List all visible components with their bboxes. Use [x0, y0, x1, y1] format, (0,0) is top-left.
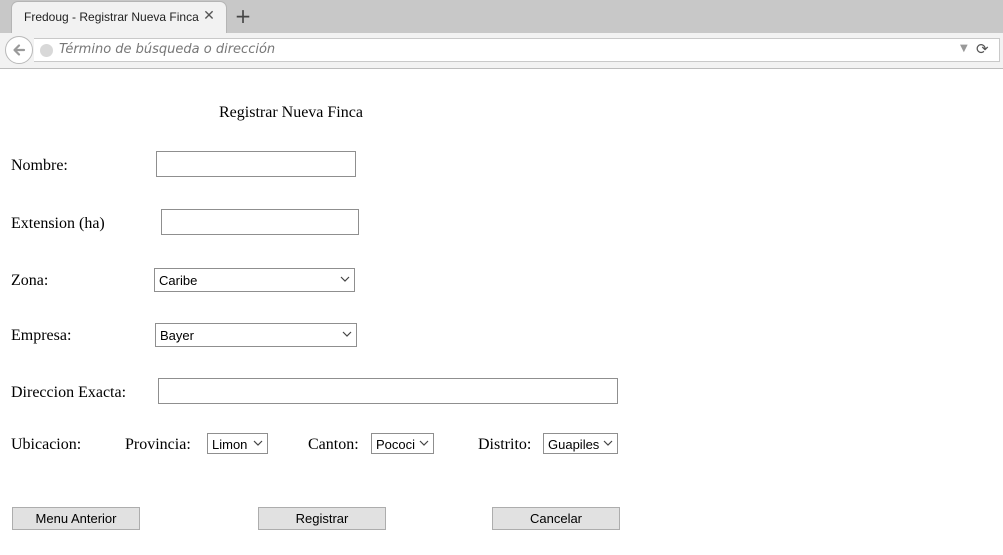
extension-input[interactable]	[161, 209, 359, 235]
globe-icon	[40, 44, 53, 57]
provincia-select[interactable]: Limon	[207, 433, 268, 454]
back-arrow-icon	[13, 44, 26, 56]
chevron-down-icon	[342, 331, 352, 337]
tab-bar: Fredoug - Registrar Nueva Finca ✕ +	[0, 0, 1003, 33]
canton-selected: Pococi	[376, 437, 416, 452]
new-tab-button[interactable]: +	[232, 4, 254, 28]
distrito-selected: Guapiles	[548, 437, 600, 452]
distrito-select[interactable]: Guapiles	[543, 433, 618, 454]
registrar-button[interactable]: Registrar	[258, 507, 386, 530]
address-placeholder: Término de búsqueda o dirección	[59, 42, 276, 57]
address-bar[interactable]: Término de búsqueda o dirección ▼ ⟳	[34, 38, 1000, 62]
zona-label: Zona:	[11, 272, 49, 289]
close-icon[interactable]: ✕	[200, 7, 218, 25]
empresa-select[interactable]: Bayer	[155, 323, 357, 347]
page-title: Registrar Nueva Finca	[219, 104, 363, 121]
zona-select[interactable]: Caribe	[154, 268, 355, 292]
nombre-input[interactable]	[156, 151, 356, 177]
dropdown-arrow-icon[interactable]: ▼	[960, 43, 968, 54]
chevron-down-icon	[603, 440, 613, 446]
chevron-down-icon	[253, 440, 263, 446]
chevron-down-icon	[340, 276, 350, 282]
canton-label: Canton:	[308, 436, 359, 453]
nombre-label: Nombre:	[11, 157, 68, 174]
menu-anterior-button[interactable]: Menu Anterior	[12, 507, 140, 530]
tab-title: Fredoug - Registrar Nueva Finca	[24, 10, 199, 24]
navigation-bar: Término de búsqueda o dirección ▼ ⟳	[0, 33, 1003, 69]
provincia-selected: Limon	[212, 437, 248, 452]
direccion-label: Direccion Exacta:	[11, 384, 127, 401]
empresa-label: Empresa:	[11, 327, 72, 344]
zona-selected: Caribe	[159, 273, 198, 288]
back-button[interactable]	[5, 36, 33, 64]
empresa-selected: Bayer	[160, 328, 194, 343]
distrito-label: Distrito:	[478, 436, 532, 453]
extension-label: Extension (ha)	[11, 215, 105, 232]
provincia-label: Provincia:	[125, 436, 191, 453]
canton-select[interactable]: Pococi	[371, 433, 434, 454]
direccion-input[interactable]	[158, 378, 618, 404]
ubicacion-label: Ubicacion:	[11, 436, 82, 453]
chevron-down-icon	[419, 440, 429, 446]
browser-tab[interactable]: Fredoug - Registrar Nueva Finca ✕	[12, 2, 226, 33]
reload-icon[interactable]: ⟳	[976, 40, 989, 58]
cancelar-button[interactable]: Cancelar	[492, 507, 620, 530]
